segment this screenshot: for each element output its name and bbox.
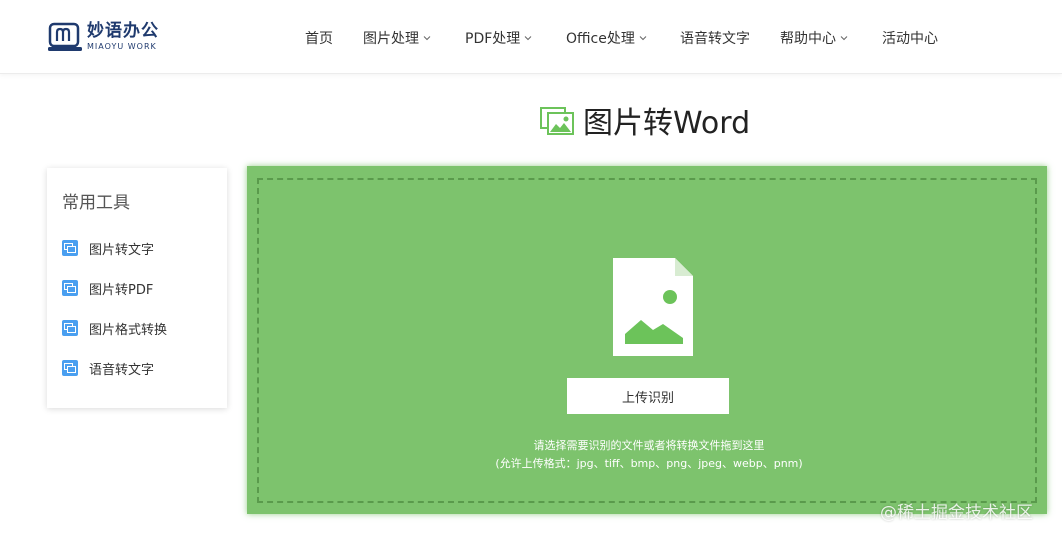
nav-label: PDF处理	[465, 31, 521, 47]
nav-item-speech[interactable]: 语音转文字	[680, 27, 750, 49]
sidebar-item-label: 图片转PDF	[89, 282, 154, 298]
nav-label: Office处理	[566, 31, 635, 47]
nav-item-office[interactable]: Office处理	[566, 27, 647, 49]
sidebar-item-label: 图片格式转换	[89, 322, 168, 338]
upload-button[interactable]: 上传识别	[567, 378, 729, 414]
nav-label: 语音转文字	[680, 31, 750, 47]
page-title-area: 图片转Word	[540, 100, 751, 141]
sidebar-item-image-format[interactable]: 图片格式转换	[62, 318, 167, 338]
nav-item-image[interactable]: 图片处理	[363, 27, 431, 49]
watermark: @稀土掘金技术社区	[880, 503, 1033, 523]
image-file-icon	[613, 258, 693, 356]
sidebar-item-label: 语音转文字	[89, 362, 155, 378]
chevron-down-icon	[639, 34, 647, 42]
header: 妙语办公 MIAOYU WORK 首页 图片处理 PDF处理 Office处理	[0, 0, 1062, 74]
tool-icon	[62, 320, 78, 336]
page-title: 图片转Word	[583, 106, 751, 141]
nav-item-events[interactable]: 活动中心	[882, 27, 938, 49]
tool-icon	[62, 360, 78, 376]
sidebar-item-speech-to-text[interactable]: 语音转文字	[62, 358, 154, 378]
chevron-down-icon	[524, 34, 532, 42]
nav-item-pdf[interactable]: PDF处理	[465, 27, 532, 49]
nav-item-help[interactable]: 帮助中心	[780, 27, 848, 49]
nav-label: 图片处理	[363, 31, 419, 47]
tool-icon	[62, 280, 78, 296]
image-icon	[540, 107, 574, 135]
chevron-down-icon	[423, 34, 431, 42]
nav-label: 活动中心	[882, 31, 938, 47]
tool-icon	[62, 240, 78, 256]
sidebar-item-image-to-text[interactable]: 图片转文字	[62, 238, 154, 258]
sidebar-item-label: 图片转文字	[89, 242, 155, 258]
upload-hint: 请选择需要识别的文件或者将转换文件拖到这里	[533, 439, 765, 452]
sidebar-tools: 常用工具 图片转文字 图片转PDF 图片格式转换 语音转文字	[47, 168, 227, 408]
sidebar-item-image-to-pdf[interactable]: 图片转PDF	[62, 278, 153, 298]
main-nav: 首页 图片处理 PDF处理 Office处理 语音转文字 帮助中心 活动中心	[0, 0, 1062, 74]
upload-formats: (允许上传格式：jpg、tiff、bmp、png、jpeg、webp、pnm)	[495, 457, 803, 470]
upload-area[interactable]: 上传识别 请选择需要识别的文件或者将转换文件拖到这里 (允许上传格式：jpg、t…	[247, 166, 1047, 514]
nav-item-home[interactable]: 首页	[305, 27, 333, 49]
sidebar-title: 常用工具	[62, 193, 130, 213]
chevron-down-icon	[840, 34, 848, 42]
nav-label: 首页	[305, 31, 333, 47]
upload-dropzone[interactable]: 上传识别 请选择需要识别的文件或者将转换文件拖到这里 (允许上传格式：jpg、t…	[257, 178, 1037, 503]
nav-label: 帮助中心	[780, 31, 836, 47]
